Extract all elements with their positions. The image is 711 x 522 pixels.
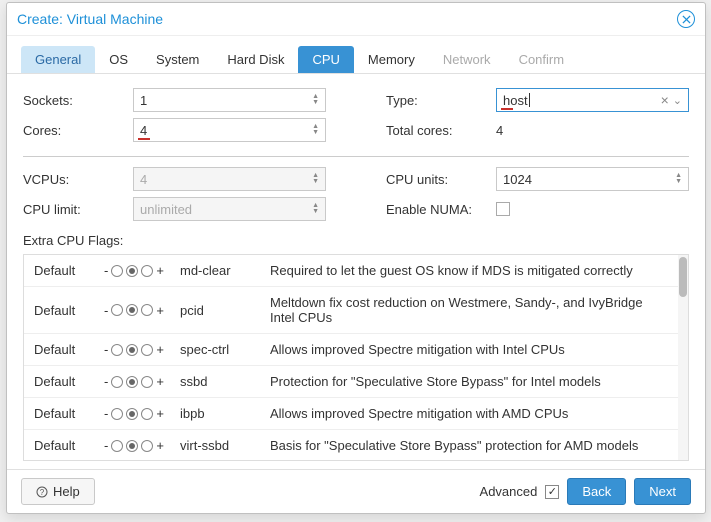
spinner-icon[interactable]: ▲▼ bbox=[312, 203, 319, 215]
sockets-input[interactable]: 1 ▲▼ bbox=[133, 88, 326, 112]
tab-memory[interactable]: Memory bbox=[354, 46, 429, 73]
tab-system[interactable]: System bbox=[142, 46, 213, 73]
flag-name: pcid bbox=[180, 303, 270, 318]
titlebar: Create: Virtual Machine bbox=[7, 3, 705, 36]
flag-row: Default - + ssbd Protection for "Specula… bbox=[24, 366, 678, 398]
enable-numa-checkbox[interactable] bbox=[496, 202, 510, 216]
chevron-down-icon[interactable]: ⌄ bbox=[673, 94, 682, 107]
spinner-icon[interactable]: ▲▼ bbox=[312, 94, 319, 106]
back-label: Back bbox=[582, 484, 611, 499]
next-label: Next bbox=[649, 484, 676, 499]
flag-desc: Required to let the guest OS know if MDS… bbox=[270, 263, 668, 278]
flag-desc: Allows improved Spectre mitigation with … bbox=[270, 406, 668, 421]
cores-input[interactable]: 4 ▲▼ bbox=[133, 118, 326, 142]
flag-name: md-clear bbox=[180, 263, 270, 278]
flags-table: Default - + md-clear Required to let the… bbox=[24, 255, 678, 460]
cpu-limit-value: unlimited bbox=[140, 202, 192, 217]
flag-tri-toggle[interactable]: - + bbox=[104, 303, 180, 318]
tab-network: Network bbox=[429, 46, 505, 73]
flag-tri-toggle[interactable]: - + bbox=[104, 406, 180, 421]
flag-row: Default - + spec-ctrl Allows improved Sp… bbox=[24, 334, 678, 366]
divider bbox=[23, 156, 689, 157]
flag-tri-toggle[interactable]: - + bbox=[104, 342, 180, 357]
extra-flags-label: Extra CPU Flags: bbox=[23, 233, 689, 248]
close-icon bbox=[682, 15, 691, 24]
cores-value: 4 bbox=[140, 123, 147, 138]
help-icon: ? bbox=[36, 486, 48, 498]
flags-scrollbar[interactable] bbox=[678, 255, 688, 460]
type-label: Type: bbox=[386, 93, 486, 108]
dialog-footer: ? Help Advanced ✓ Back Next bbox=[7, 469, 705, 513]
flag-state: Default bbox=[34, 263, 104, 278]
wizard-tabs: General OS System Hard Disk CPU Memory N… bbox=[7, 36, 705, 74]
flag-state: Default bbox=[34, 438, 104, 453]
spinner-icon[interactable]: ▲▼ bbox=[312, 124, 319, 136]
create-vm-dialog: Create: Virtual Machine General OS Syste… bbox=[6, 2, 706, 514]
back-button[interactable]: Back bbox=[567, 478, 626, 505]
tab-confirm: Confirm bbox=[505, 46, 579, 73]
sockets-label: Sockets: bbox=[23, 93, 123, 108]
cpu-type-combobox[interactable]: host × ⌄ bbox=[496, 88, 689, 112]
close-button[interactable] bbox=[677, 10, 695, 28]
advanced-cpu-grid: VCPUs: 4 ▲▼ CPU units: 1024 ▲▼ CPU limit… bbox=[23, 167, 689, 221]
type-value: host bbox=[503, 93, 528, 108]
flag-name: spec-ctrl bbox=[180, 342, 270, 357]
flag-row: Default - + pcid Meltdown fix cost reduc… bbox=[24, 287, 678, 334]
advanced-label: Advanced bbox=[480, 484, 538, 499]
vcpus-label: VCPUs: bbox=[23, 172, 123, 187]
help-button[interactable]: ? Help bbox=[21, 478, 95, 505]
flag-desc: Meltdown fix cost reduction on Westmere,… bbox=[270, 295, 668, 325]
cpu-limit-label: CPU limit: bbox=[23, 202, 123, 217]
vcpus-input[interactable]: 4 ▲▼ bbox=[133, 167, 326, 191]
flag-desc: Protection for "Speculative Store Bypass… bbox=[270, 374, 668, 389]
advanced-checkbox[interactable]: ✓ bbox=[545, 485, 559, 499]
flag-tri-toggle[interactable]: - + bbox=[104, 374, 180, 389]
cpu-units-label: CPU units: bbox=[386, 172, 486, 187]
flag-name: virt-ssbd bbox=[180, 438, 270, 453]
flag-desc: Basis for "Speculative Store Bypass" pro… bbox=[270, 438, 668, 453]
dialog-title: Create: Virtual Machine bbox=[17, 11, 163, 27]
svg-text:?: ? bbox=[40, 488, 45, 497]
content-area: Sockets: 1 ▲▼ Type: host × ⌄ Cores: 4 ▲▼… bbox=[7, 74, 705, 469]
cores-label: Cores: bbox=[23, 123, 123, 138]
flag-state: Default bbox=[34, 374, 104, 389]
cpu-units-input[interactable]: 1024 ▲▼ bbox=[496, 167, 689, 191]
enable-numa-label: Enable NUMA: bbox=[386, 202, 486, 217]
cpu-limit-input[interactable]: unlimited ▲▼ bbox=[133, 197, 326, 221]
flag-state: Default bbox=[34, 342, 104, 357]
flag-desc: Allows improved Spectre mitigation with … bbox=[270, 342, 668, 357]
total-cores-value: 4 bbox=[496, 123, 689, 138]
flag-row: Default - + virt-ssbd Basis for "Specula… bbox=[24, 430, 678, 460]
flag-name: ssbd bbox=[180, 374, 270, 389]
clear-icon[interactable]: × bbox=[661, 92, 673, 108]
flag-tri-toggle[interactable]: - + bbox=[104, 438, 180, 453]
tab-general[interactable]: General bbox=[21, 46, 95, 73]
total-cores-label: Total cores: bbox=[386, 123, 486, 138]
help-label: Help bbox=[53, 484, 80, 499]
cpu-units-value: 1024 bbox=[503, 172, 532, 187]
extra-flags-panel: Default - + md-clear Required to let the… bbox=[23, 254, 689, 461]
vcpus-value: 4 bbox=[140, 172, 147, 187]
flag-name: ibpb bbox=[180, 406, 270, 421]
tab-os[interactable]: OS bbox=[95, 46, 142, 73]
flag-tri-toggle[interactable]: - + bbox=[104, 263, 180, 278]
tab-cpu[interactable]: CPU bbox=[298, 46, 353, 73]
next-button[interactable]: Next bbox=[634, 478, 691, 505]
spinner-icon[interactable]: ▲▼ bbox=[675, 173, 682, 185]
sockets-value: 1 bbox=[140, 93, 147, 108]
scrollbar-thumb[interactable] bbox=[679, 257, 687, 297]
spinner-icon[interactable]: ▲▼ bbox=[312, 173, 319, 185]
tab-hard-disk[interactable]: Hard Disk bbox=[213, 46, 298, 73]
flag-row: Default - + md-clear Required to let the… bbox=[24, 255, 678, 287]
flag-state: Default bbox=[34, 406, 104, 421]
flag-state: Default bbox=[34, 303, 104, 318]
flag-row: Default - + ibpb Allows improved Spectre… bbox=[24, 398, 678, 430]
basic-cpu-grid: Sockets: 1 ▲▼ Type: host × ⌄ Cores: 4 ▲▼… bbox=[23, 88, 689, 142]
